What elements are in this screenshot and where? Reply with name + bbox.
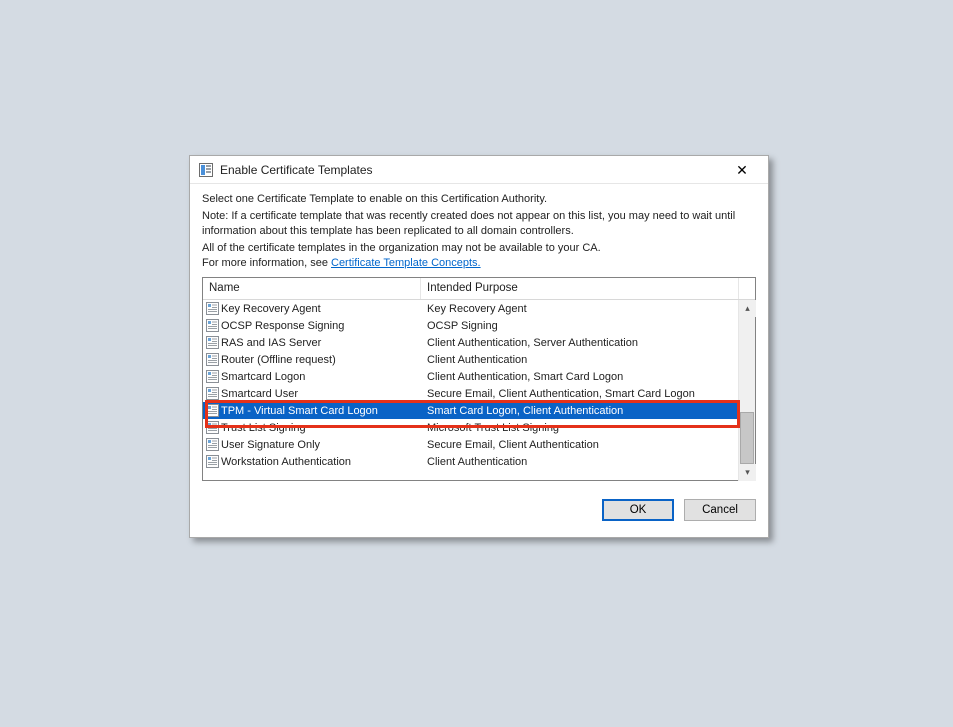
list-rows: Key Recovery AgentKey Recovery AgentOCSP… [203, 300, 738, 481]
cert-template-icon [203, 319, 219, 332]
list-item-purpose: OCSP Signing [421, 320, 738, 332]
list-item[interactable]: TPM - Virtual Smart Card LogonSmart Card… [203, 402, 738, 419]
list-item[interactable]: Trust List SigningMicrosoft Trust List S… [203, 419, 738, 436]
description-line-3: All of the certificate templates in the … [202, 241, 756, 256]
chevron-down-icon: ▾ [745, 467, 750, 478]
cert-template-icon [203, 302, 219, 315]
description-line-1: Select one Certificate Template to enabl… [202, 192, 756, 207]
list-item-purpose: Secure Email, Client Authentication, Sma… [421, 388, 738, 400]
list-item-name: Smartcard Logon [219, 371, 421, 383]
list-item-purpose: Client Authentication, Smart Card Logon [421, 371, 738, 383]
vertical-scrollbar[interactable]: ▴ ▾ [738, 300, 755, 481]
chevron-up-icon: ▴ [745, 303, 750, 314]
cert-template-icon [203, 438, 219, 451]
list-item-name: Smartcard User [219, 388, 421, 400]
dialog-title: Enable Certificate Templates [220, 163, 722, 177]
list-item-name: OCSP Response Signing [219, 320, 421, 332]
list-item[interactable]: User Signature OnlySecure Email, Client … [203, 436, 738, 453]
column-header-name[interactable]: Name [203, 278, 421, 299]
list-item[interactable]: Router (Offline request)Client Authentic… [203, 351, 738, 368]
list-item[interactable]: Key Recovery AgentKey Recovery Agent [203, 300, 738, 317]
scroll-track[interactable] [739, 317, 755, 464]
column-header-purpose[interactable]: Intended Purpose [421, 278, 738, 299]
list-item-purpose: Key Recovery Agent [421, 303, 738, 315]
list-item-purpose: Client Authentication [421, 456, 738, 468]
more-info-line: For more information, see Certificate Te… [202, 257, 756, 269]
scroll-thumb[interactable] [740, 412, 754, 464]
list-item-name: Key Recovery Agent [219, 303, 421, 315]
cert-template-icon [203, 455, 219, 468]
button-row: OK Cancel [202, 499, 756, 521]
scroll-down-button[interactable]: ▾ [739, 464, 756, 481]
list-item-name: TPM - Virtual Smart Card Logon [219, 405, 421, 417]
description-line-2: Note: If a certificate template that was… [202, 209, 756, 239]
scroll-up-button[interactable]: ▴ [739, 300, 756, 317]
app-icon [198, 162, 214, 178]
list-item-name: Router (Offline request) [219, 354, 421, 366]
enable-cert-templates-dialog: Enable Certificate Templates ✕ Select on… [189, 155, 769, 538]
list-item[interactable]: Smartcard LogonClient Authentication, Sm… [203, 368, 738, 385]
cert-template-icon [203, 421, 219, 434]
list-item-name: Workstation Authentication [219, 456, 421, 468]
list-item-purpose: Secure Email, Client Authentication [421, 439, 738, 451]
cancel-button[interactable]: Cancel [684, 499, 756, 521]
dialog-content: Select one Certificate Template to enabl… [190, 184, 768, 537]
list-item[interactable]: RAS and IAS ServerClient Authentication,… [203, 334, 738, 351]
template-list: Name Intended Purpose Key Recovery Agent… [202, 277, 756, 481]
cert-template-icon [203, 387, 219, 400]
titlebar: Enable Certificate Templates ✕ [190, 156, 768, 184]
cert-template-icon [203, 353, 219, 366]
close-icon: ✕ [736, 163, 748, 177]
list-item-name: RAS and IAS Server [219, 337, 421, 349]
close-button[interactable]: ✕ [722, 159, 762, 181]
list-item[interactable]: Workstation AuthenticationClient Authent… [203, 453, 738, 470]
list-item-purpose: Client Authentication, Server Authentica… [421, 337, 738, 349]
cert-template-icon [203, 336, 219, 349]
list-item-purpose: Client Authentication [421, 354, 738, 366]
list-item[interactable]: OCSP Response SigningOCSP Signing [203, 317, 738, 334]
list-header: Name Intended Purpose [203, 278, 755, 300]
list-item-name: User Signature Only [219, 439, 421, 451]
cert-template-icon [203, 370, 219, 383]
list-item-purpose: Smart Card Logon, Client Authentication [421, 405, 738, 417]
list-item[interactable]: Smartcard UserSecure Email, Client Authe… [203, 385, 738, 402]
more-info-prefix: For more information, see [202, 257, 331, 269]
list-item-name: Trust List Signing [219, 422, 421, 434]
cert-template-icon [203, 404, 219, 417]
ok-button[interactable]: OK [602, 499, 674, 521]
header-scroll-gutter [738, 278, 755, 299]
more-info-link[interactable]: Certificate Template Concepts. [331, 257, 481, 269]
list-item-purpose: Microsoft Trust List Signing [421, 422, 738, 434]
list-body: Key Recovery AgentKey Recovery AgentOCSP… [203, 300, 755, 481]
